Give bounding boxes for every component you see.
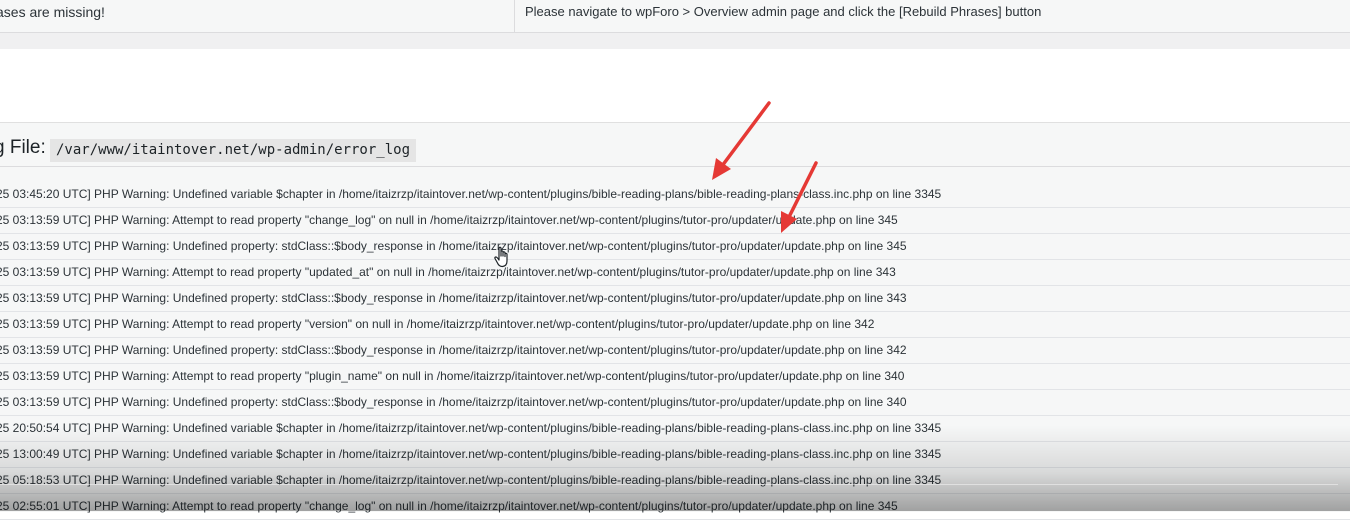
status-row: ases are missing! Please navigate to wpF…	[0, 0, 1350, 33]
log-line: 25 03:13:59 UTC] PHP Warning: Attempt to…	[0, 260, 1350, 286]
log-line-text: 25 20:50:54 UTC] PHP Warning: Undefined …	[0, 421, 942, 435]
error-log-panel: g File: /var/www/itaintover.net/wp-admin…	[0, 122, 1350, 520]
status-label-cell: ases are missing!	[0, 0, 515, 32]
hand-pointer-icon	[494, 246, 508, 268]
log-file-label: g File:	[0, 137, 46, 158]
log-list: 25 03:45:20 UTC] PHP Warning: Undefined …	[0, 182, 1350, 520]
log-line-text: 25 03:45:20 UTC] PHP Warning: Undefined …	[0, 187, 942, 201]
log-line: 25 20:50:54 UTC] PHP Warning: Undefined …	[0, 416, 1350, 442]
status-label: ases are missing!	[0, 4, 105, 20]
log-line: 25 03:13:59 UTC] PHP Warning: Attempt to…	[0, 312, 1350, 338]
log-line-text: 25 03:13:59 UTC] PHP Warning: Attempt to…	[0, 265, 896, 279]
log-line-text: 25 13:00:49 UTC] PHP Warning: Undefined …	[0, 447, 942, 461]
log-line-text: 25 03:13:59 UTC] PHP Warning: Undefined …	[0, 239, 907, 253]
log-line: 25 03:13:59 UTC] PHP Warning: Undefined …	[0, 338, 1350, 364]
log-line: 25 13:00:49 UTC] PHP Warning: Undefined …	[0, 442, 1350, 468]
log-line-text: 25 03:13:59 UTC] PHP Warning: Attempt to…	[0, 317, 875, 331]
log-line-text: 25 02:55:01 UTC] PHP Warning: Attempt to…	[0, 499, 898, 513]
log-line-text: 25 03:13:59 UTC] PHP Warning: Undefined …	[0, 291, 907, 305]
log-line-text: 25 03:13:59 UTC] PHP Warning: Undefined …	[0, 395, 907, 409]
log-line-text: 25 03:13:59 UTC] PHP Warning: Undefined …	[0, 343, 907, 357]
log-line: 25 03:13:59 UTC] PHP Warning: Undefined …	[0, 390, 1350, 416]
log-line: 25 05:18:53 UTC] PHP Warning: Undefined …	[0, 468, 1350, 494]
log-line: 25 02:55:01 UTC] PHP Warning: Attempt to…	[0, 494, 1350, 520]
video-progress-line	[0, 484, 1338, 485]
log-line-text: 25 03:13:59 UTC] PHP Warning: Attempt to…	[0, 369, 905, 383]
log-line: 25 03:45:20 UTC] PHP Warning: Undefined …	[0, 182, 1350, 208]
log-line: 25 03:13:59 UTC] PHP Warning: Attempt to…	[0, 364, 1350, 390]
status-message: Please navigate to wpForo > Overview adm…	[525, 4, 1042, 19]
status-message-cell: Please navigate to wpForo > Overview adm…	[515, 0, 1350, 32]
log-line: 25 03:13:59 UTC] PHP Warning: Undefined …	[0, 286, 1350, 312]
status-table: ases are missing! Please navigate to wpF…	[0, 0, 1350, 49]
log-line: 25 03:13:59 UTC] PHP Warning: Undefined …	[0, 234, 1350, 260]
log-header: g File: /var/www/itaintover.net/wp-admin…	[0, 123, 1350, 167]
log-file-path: /var/www/itaintover.net/wp-admin/error_l…	[50, 139, 417, 162]
log-line-text: 25 03:13:59 UTC] PHP Warning: Attempt to…	[0, 213, 898, 227]
log-line-text: 25 05:18:53 UTC] PHP Warning: Undefined …	[0, 473, 942, 487]
log-line: 25 03:13:59 UTC] PHP Warning: Attempt to…	[0, 208, 1350, 234]
